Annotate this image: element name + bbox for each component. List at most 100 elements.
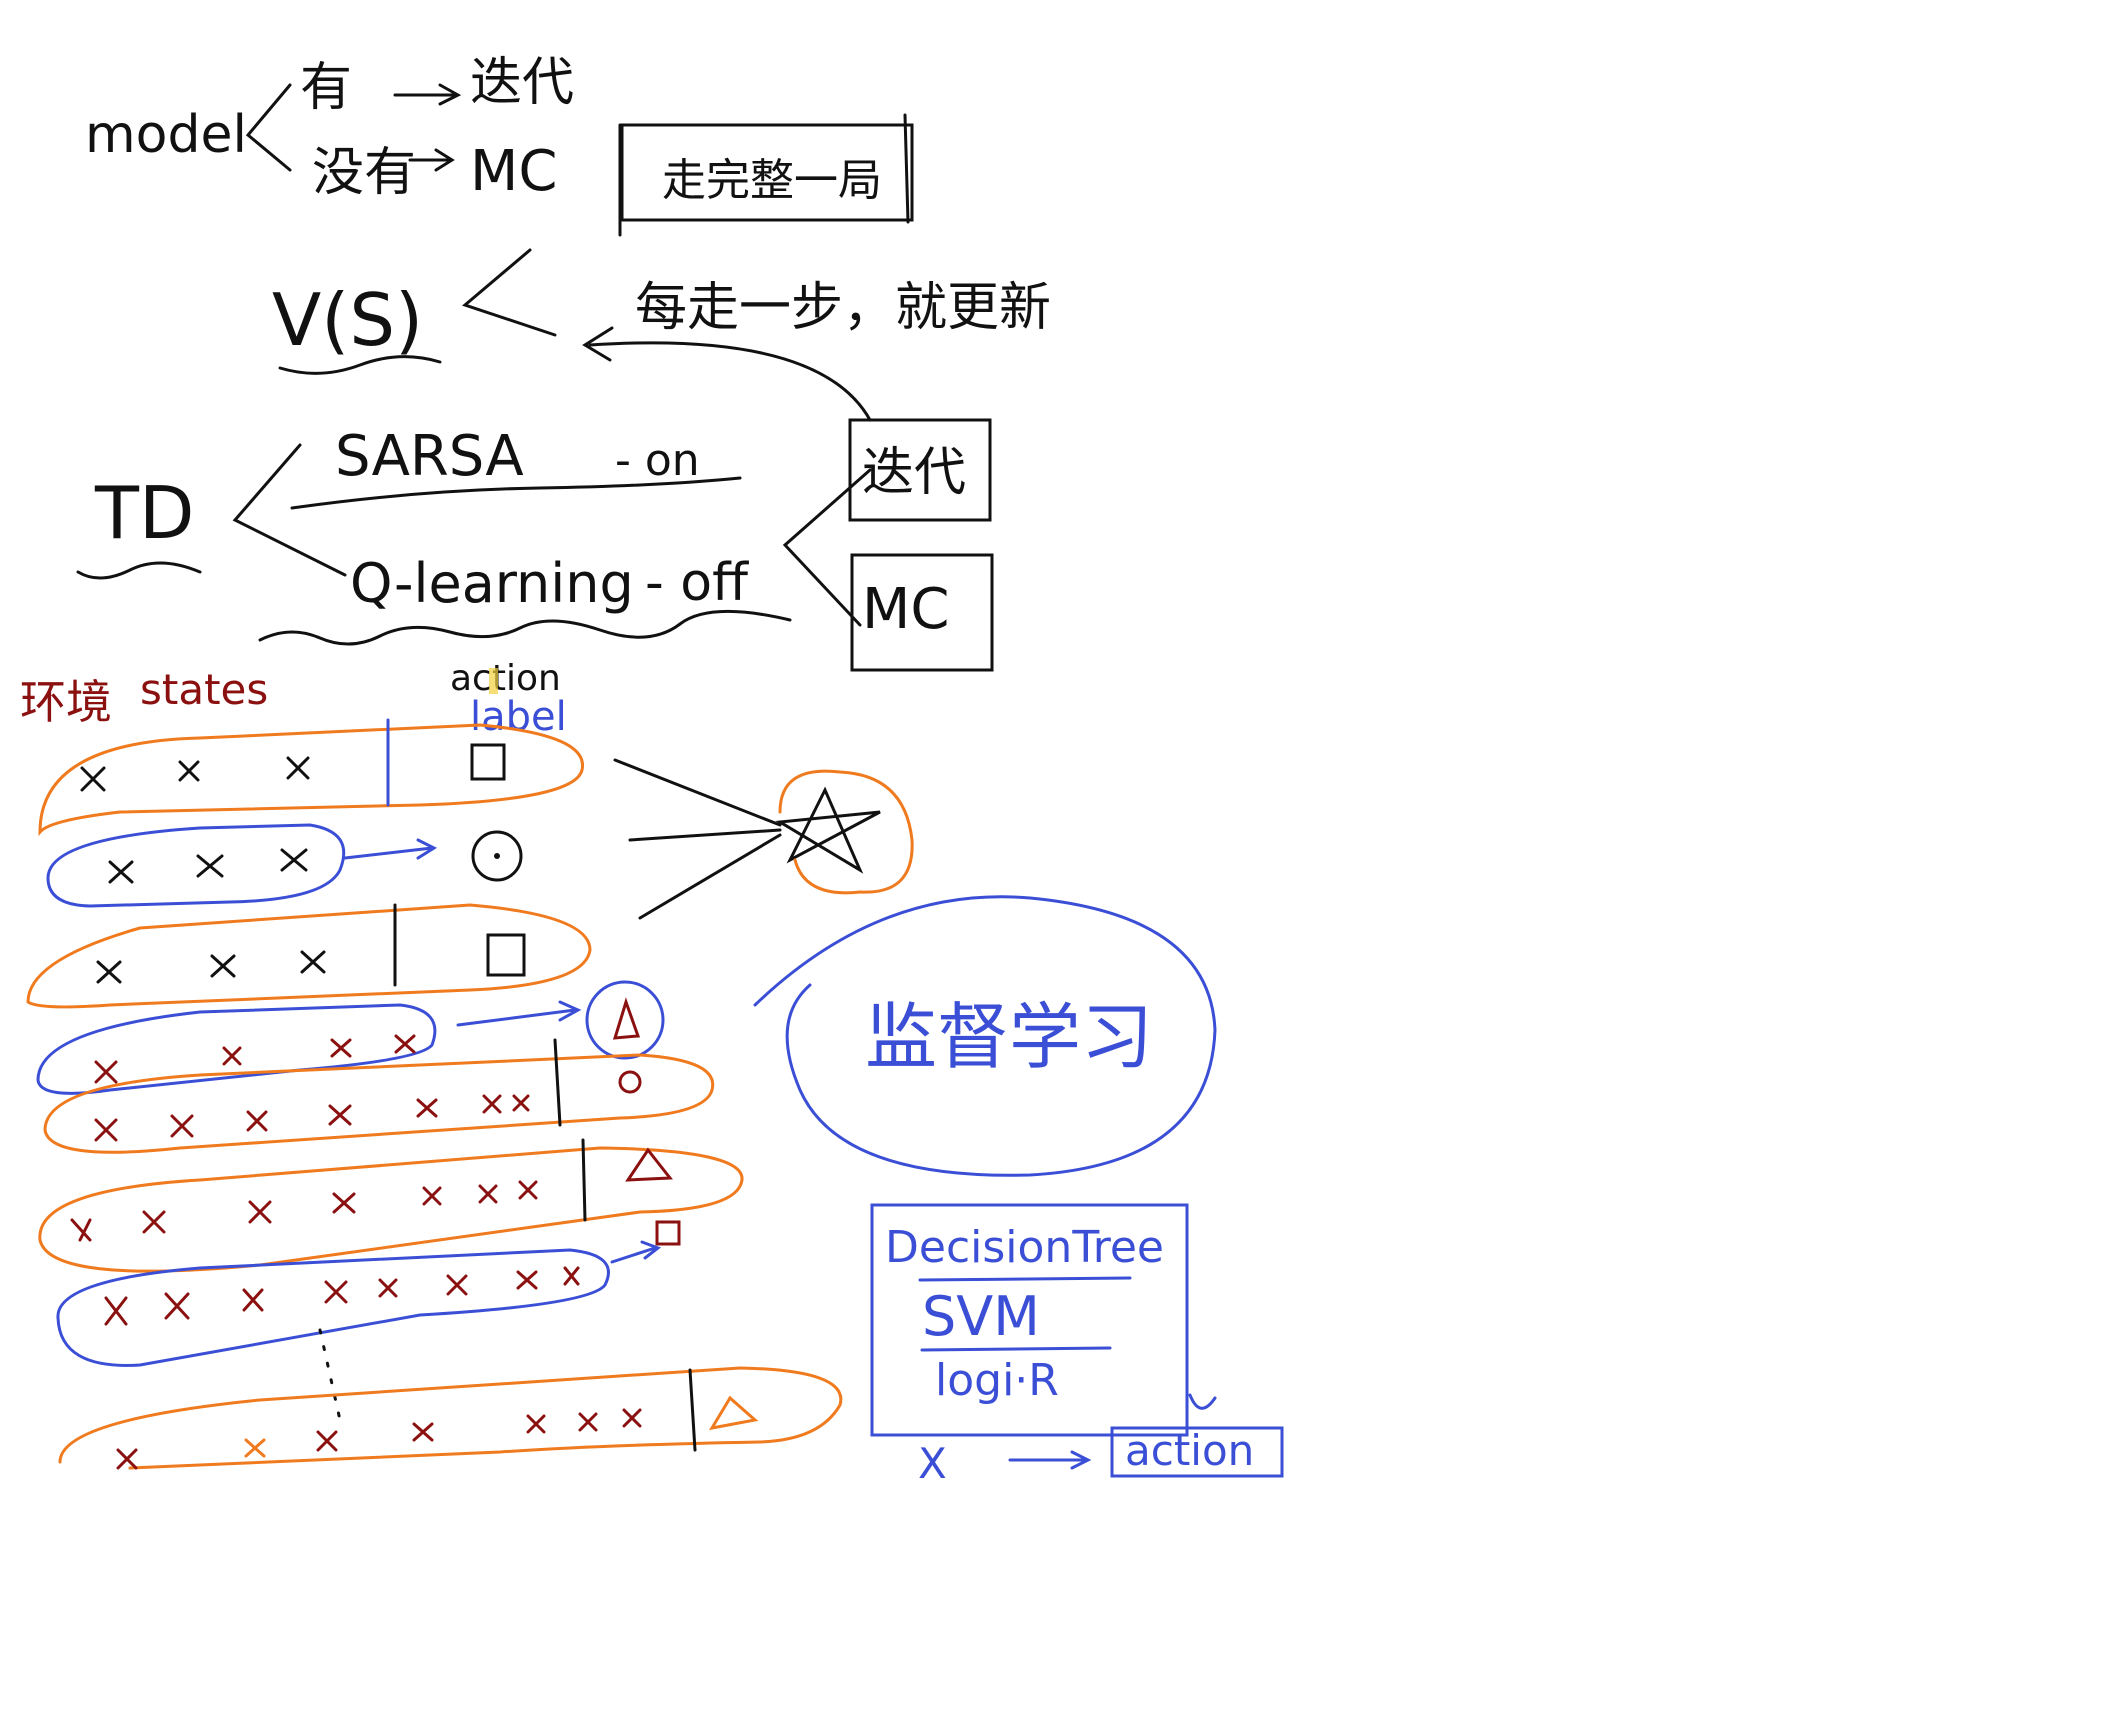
without-model-arrow: [408, 148, 455, 172]
value-fn-arrow: [461, 248, 557, 337]
row-2-arrow: [343, 838, 438, 860]
states-label: states: [140, 665, 268, 714]
cluster-line: [628, 828, 782, 842]
model-decision-tree: DecisionTree: [885, 1222, 1164, 1273]
row-8-x-mark: [412, 1422, 434, 1442]
row-7-x-mark: [563, 1266, 580, 1286]
with-model-method: 迭代: [470, 53, 574, 113]
model-logistic: logi·R: [935, 1355, 1059, 1406]
row-1-x-mark: [286, 756, 310, 780]
row-6-x-mark: [332, 1192, 356, 1214]
row-7-x-mark: [164, 1292, 190, 1320]
star-cluster: [613, 758, 914, 920]
data-rows: [26, 718, 843, 1470]
row-4-arrow: [456, 1000, 582, 1027]
states-prefix: 环境: [20, 675, 112, 729]
row-8-x-mark: [244, 1438, 266, 1458]
qlearning-label: Q-learning: [350, 552, 634, 615]
row-4-x-mark: [222, 1046, 242, 1066]
models-box: DecisionTree SVM logi·R X action: [870, 1203, 1284, 1488]
mc-box-label: MC: [862, 577, 949, 642]
row-6-x-mark: [142, 1210, 166, 1234]
row-8-x-mark: [316, 1430, 338, 1452]
update-note: 每走一步，就更新: [635, 278, 1051, 338]
td-root-label: TD: [94, 471, 194, 555]
supervised-label: 监督学习: [865, 995, 1153, 1079]
row-5-divider: [553, 1038, 562, 1127]
row-5-x-mark: [246, 1110, 268, 1132]
row-2-x-mark: [280, 848, 308, 872]
row-7-x-mark: [446, 1274, 468, 1296]
row-1-x-mark: [178, 760, 200, 782]
td-fork-bracket: [232, 443, 347, 577]
row-1-x-mark: [80, 766, 106, 792]
row-5-x-mark: [482, 1094, 502, 1114]
row-4-label-circle: [585, 980, 665, 1060]
row-5-loop: [43, 1053, 715, 1154]
without-model-method: MC: [470, 139, 557, 204]
model-output: action: [1125, 1426, 1254, 1475]
with-model-arrow: [393, 83, 462, 106]
supervised-learning: 监督学习: [753, 895, 1217, 1177]
row-5-label-circle: [618, 1070, 642, 1094]
td-to-boxes-fork: [782, 468, 872, 627]
model-io-arrow: [1008, 1450, 1092, 1470]
action-highlight: [489, 668, 498, 694]
row-3-loop: [26, 903, 592, 1009]
row-7-x-mark: [378, 1278, 398, 1298]
without-model-label: 没有: [312, 143, 416, 203]
update-curve-arrow: [582, 326, 872, 422]
value-fn-label: V(S): [272, 278, 423, 362]
row-2-x-mark: [196, 854, 224, 878]
model-branch: model 有 迭代 没有 MC 走完整一局: [85, 53, 914, 237]
model-fork-bracket: [245, 83, 292, 172]
qlearning-policy: - off: [645, 553, 749, 613]
row-7-x-mark: [324, 1280, 348, 1304]
model-root-label: model: [85, 105, 247, 165]
row-6-x-mark: [422, 1186, 442, 1206]
row-7-label-square: [655, 1220, 681, 1246]
sarsa-policy: - on: [615, 435, 700, 486]
models-box-tail: [1188, 1393, 1217, 1410]
td-underline: [76, 561, 202, 580]
row-3-x-mark: [96, 960, 122, 984]
decision-tree-underline: [918, 1276, 1132, 1282]
row-5-x-mark: [170, 1114, 194, 1138]
row-4-x-mark: [330, 1038, 352, 1058]
star-icon: [775, 786, 881, 874]
qlearning-underline: [258, 609, 792, 646]
row-6-x-mark: [70, 1218, 92, 1242]
row-1-label-square: [470, 743, 506, 781]
svm-underline: [920, 1346, 1112, 1352]
td-branch: TD SARSA - on Q-learning - off 迭代 MC: [76, 418, 994, 672]
row-7-loop: [56, 1248, 610, 1367]
row-7-arrow: [610, 1240, 662, 1264]
row-4-x-mark: [394, 1034, 416, 1054]
data-headers: 环境 states action label: [20, 658, 567, 740]
row-2-label-dot: [494, 853, 500, 859]
cluster-line: [613, 758, 782, 827]
row-3-x-mark: [210, 954, 236, 978]
iter-box-label: 迭代: [862, 443, 966, 503]
sarsa-label: SARSA: [335, 424, 524, 489]
label-label: label: [470, 694, 567, 740]
row-8-loop: [58, 1366, 843, 1470]
row-7-x-mark: [242, 1288, 264, 1312]
row-6-x-mark: [478, 1184, 498, 1204]
action-label: action: [450, 658, 561, 699]
with-model-label: 有: [300, 58, 352, 118]
star-cluster-circle: [778, 769, 914, 895]
rows-ellipsis: [318, 1328, 342, 1422]
row-4-x-mark: [94, 1060, 118, 1084]
row-7-x-mark: [516, 1270, 538, 1290]
row-8-x-mark: [622, 1408, 642, 1428]
row-6-x-mark: [518, 1180, 538, 1200]
whiteboard-canvas: model 有 迭代 没有 MC 走完整一局 V(S) 每走一步，就更新 TD …: [20, 53, 1284, 1488]
model-svm: SVM: [922, 1285, 1040, 1348]
row-5-x-mark: [94, 1118, 118, 1142]
row-8-x-mark: [116, 1448, 138, 1470]
value-function: V(S) 每走一步，就更新: [272, 248, 1051, 422]
row-8-label-triangle: [709, 1395, 759, 1431]
boxed-note: 走完整一局: [662, 155, 882, 206]
row-3-label-square: [486, 933, 526, 977]
